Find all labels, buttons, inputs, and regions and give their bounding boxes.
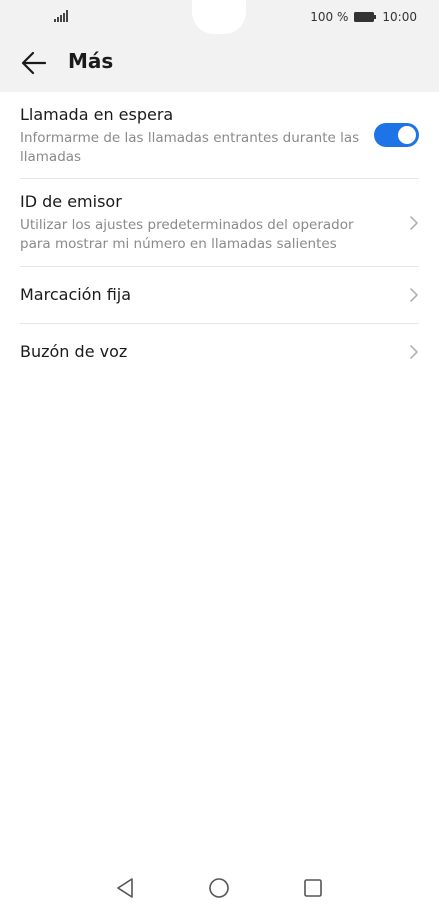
chevron-right-icon [410,288,418,302]
arrow-left-icon[interactable] [20,50,48,76]
setting-title: Llamada en espera [20,105,174,124]
setting-subtitle: Informarme de las llamadas entrantes dur… [20,130,360,165]
setting-caller-id[interactable]: ID de emisor Utilizar los ajustes predet… [20,179,419,267]
setting-title: Buzón de voz [20,342,128,361]
setting-fixed-dialing[interactable]: Marcación fija [20,267,419,324]
setting-subtitle: Utilizar los ajustes predeterminados del… [20,217,354,252]
setting-title: ID de emisor [20,192,122,211]
top-area: 100 % 10:00 Más [0,0,439,92]
status-bar: 100 % 10:00 [0,0,439,34]
chevron-right-icon [410,345,418,359]
signal-icon [54,10,68,22]
screen: 100 % 10:00 Más Llamada en espera Inform… [0,0,439,914]
setting-voicemail[interactable]: Buzón de voz [20,324,419,380]
nav-recents-icon[interactable] [301,876,325,900]
app-bar: Más [0,34,439,92]
nav-back-icon[interactable] [113,876,137,900]
setting-title: Marcación fija [20,285,132,304]
status-right: 100 % 10:00 [310,9,417,25]
battery-percent: 100 % [310,10,349,24]
setting-call-waiting[interactable]: Llamada en espera Informarme de las llam… [20,92,419,179]
nav-home-icon[interactable] [207,876,231,900]
battery-icon [354,12,377,22]
clock: 10:00 [382,10,417,24]
toggle-knob [398,126,416,144]
settings-list: Llamada en espera Informarme de las llam… [0,92,439,380]
chevron-right-icon [410,216,418,230]
navigation-bar [0,862,439,914]
call-waiting-toggle[interactable] [374,123,419,147]
page-title: Más [68,49,114,73]
